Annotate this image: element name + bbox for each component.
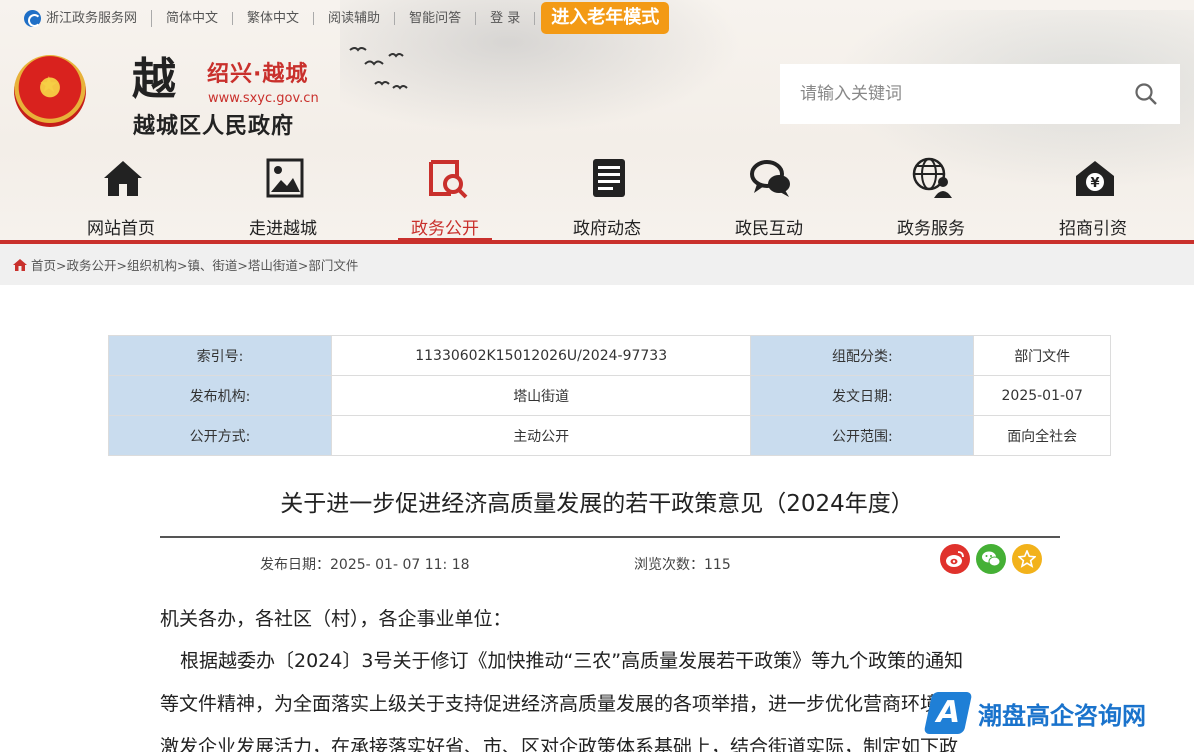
breadcrumb-path[interactable]: 首页>政务公开>组织机构>镇、街道>塔山街道>部门文件	[31, 255, 358, 274]
favorite-share-button[interactable]	[1012, 544, 1042, 574]
view-count-value: 115	[704, 557, 731, 573]
traditional-chinese-link[interactable]: 繁体中文	[233, 11, 315, 25]
meta-key: 发布机构:	[108, 375, 332, 416]
wechat-share-button[interactable]	[976, 544, 1006, 574]
zhejiang-portal-link[interactable]: 浙江政务服务网	[0, 9, 153, 27]
body-paragraph-line: 等文件精神，为全面落实上级关于支持促进经济高质量发展的各项举措，进一步优化营商环…	[160, 693, 959, 715]
article-title: 关于进一步促进经济高质量发展的若干政策意见（2024年度）	[280, 491, 914, 517]
nav-item-home[interactable]: 网站首页	[40, 150, 202, 242]
watermark: A 潮盘高企咨询网	[923, 692, 1146, 734]
nav-item-investment[interactable]: ¥ 招商引资	[1012, 150, 1174, 242]
nav-label: 政务公开	[411, 219, 479, 239]
simplified-chinese-link[interactable]: 简体中文	[152, 11, 234, 25]
wechat-icon	[982, 551, 1001, 567]
zhejiang-portal-icon	[24, 9, 41, 27]
meta-key: 发文日期:	[750, 375, 975, 416]
meta-value-index: 11330602K15012026U/2024-97733	[330, 335, 752, 376]
meta-value-category: 部门文件	[973, 335, 1111, 376]
weibo-icon	[946, 551, 964, 567]
nav-label: 网站首页	[87, 219, 155, 239]
picture-icon	[266, 158, 304, 198]
smart-qa-link[interactable]: 智能问答	[395, 11, 477, 25]
nav-item-services[interactable]: 政务服务	[850, 150, 1012, 242]
search-input[interactable]	[780, 66, 1110, 122]
nav-label: 政府动态	[573, 219, 641, 239]
weibo-share-button[interactable]	[940, 544, 970, 574]
meta-value-org: 塔山街道	[330, 375, 752, 416]
meta-key: 组配分类:	[750, 335, 975, 376]
search-icon[interactable]	[1134, 82, 1158, 106]
search-box	[780, 64, 1180, 124]
main-nav: 网站首页 走进越城 政务公开 政府动态 政民互动 政务服务 ¥ 招商引资	[40, 150, 1174, 242]
nav-label: 政务服务	[897, 219, 965, 239]
reading-assist-link[interactable]: 阅读辅助	[314, 11, 396, 25]
meta-value-date: 2025-01-07	[973, 375, 1111, 416]
top-bar: 浙江政务服务网 简体中文 繁体中文 阅读辅助 智能问答 登 录 进入老年模式	[0, 0, 760, 36]
publish-date-label: 发布日期：	[260, 557, 330, 573]
view-count: 浏览次数：115	[634, 554, 731, 574]
publish-date-value: 2025- 01- 07 11: 18	[330, 557, 470, 573]
nav-label: 走进越城	[249, 219, 317, 239]
chat-icon	[750, 160, 790, 197]
meta-value-mode: 主动公开	[330, 415, 752, 456]
birds-decoration	[345, 42, 415, 107]
nav-item-news[interactable]: 政府动态	[526, 150, 688, 242]
portal-label: 浙江政务服务网	[46, 10, 138, 26]
nav-item-about[interactable]: 走进越城	[202, 150, 364, 242]
meta-key: 索引号:	[108, 335, 332, 376]
nav-item-gov-affairs[interactable]: 政务公开	[364, 150, 526, 242]
login-link[interactable]: 登 录	[476, 11, 536, 25]
nav-label: 政民互动	[735, 219, 803, 239]
meta-value-scope: 面向全社会	[973, 415, 1111, 456]
view-count-label: 浏览次数：	[634, 557, 704, 573]
news-icon	[593, 159, 625, 197]
elder-mode-button[interactable]: 进入老年模式	[541, 2, 670, 34]
nav-label: 招商引资	[1059, 219, 1127, 239]
nav-item-interaction[interactable]: 政民互动	[688, 150, 850, 242]
svg-text:¥: ¥	[1090, 176, 1099, 191]
title-divider	[160, 536, 1060, 538]
home-icon	[104, 161, 142, 196]
document-meta-table: 索引号: 11330602K15012026U/2024-97733 组配分类:…	[108, 335, 1111, 456]
salutation: 机关各办，各社区（村），各企事业单位：	[160, 608, 512, 630]
logo-url: www.sxyc.gov.cn	[208, 91, 319, 106]
site-header: 浙江政务服务网 简体中文 繁体中文 阅读辅助 智能问答 登 录 进入老年模式 越…	[0, 0, 1194, 244]
body-paragraph-line: 根据越委办〔2024〕3号关于修订《加快推动“三农”高质量发展若干政策》等九个政…	[180, 650, 964, 672]
national-emblem-icon	[14, 55, 86, 127]
house-yen-icon: ¥	[1076, 161, 1114, 196]
meta-key: 公开范围:	[750, 415, 975, 456]
logo-city: 绍兴·越城	[207, 62, 309, 87]
watermark-logo: A	[923, 692, 973, 734]
favorite-icon	[1018, 550, 1036, 568]
publish-date: 发布日期：2025- 01- 07 11: 18	[260, 554, 470, 574]
document-search-icon	[429, 160, 468, 199]
logo-calligraphy: 越	[132, 54, 176, 105]
breadcrumb: 首页>政务公开>组织机构>镇、街道>塔山街道>部门文件	[0, 244, 1194, 285]
meta-key: 公开方式:	[108, 415, 332, 456]
globe-person-icon	[912, 157, 952, 198]
watermark-text: 潮盘高企咨询网	[978, 700, 1146, 730]
home-icon[interactable]	[13, 258, 27, 271]
site-name[interactable]: 越城区人民政府	[133, 108, 294, 140]
